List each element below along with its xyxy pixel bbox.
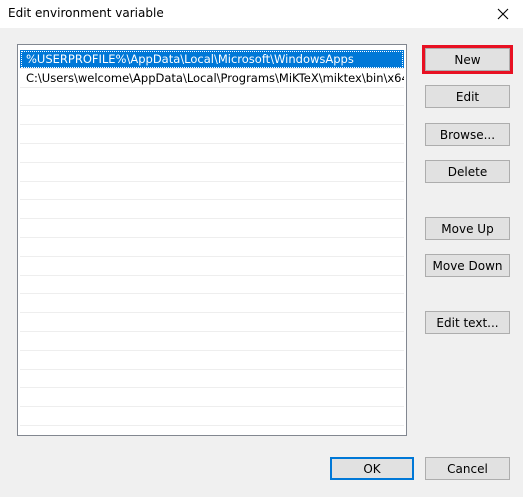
edit-button[interactable]: Edit (425, 85, 510, 108)
empty-list-row[interactable] (20, 313, 404, 332)
empty-list-row[interactable] (20, 407, 404, 426)
close-icon (497, 8, 509, 20)
empty-list-row[interactable] (20, 182, 404, 201)
new-button[interactable]: New (425, 48, 510, 71)
edit-text-button[interactable]: Edit text... (425, 311, 510, 334)
empty-list-row[interactable] (20, 370, 404, 389)
list-item-text: %USERPROFILE%\AppData\Local\Microsoft\Wi… (26, 52, 354, 66)
edit-environment-variable-dialog: Edit environment variable %USERPROFILE%\… (0, 0, 523, 497)
empty-list-row[interactable] (20, 125, 404, 144)
close-button[interactable] (483, 0, 523, 28)
empty-list-row[interactable] (20, 332, 404, 351)
empty-list-row[interactable] (20, 88, 404, 107)
empty-list-row[interactable] (20, 351, 404, 370)
empty-list-row[interactable] (20, 238, 404, 257)
title-bar: Edit environment variable (0, 0, 523, 28)
ok-button[interactable]: OK (330, 457, 414, 480)
empty-list-row[interactable] (20, 219, 404, 238)
empty-list-row[interactable] (20, 294, 404, 314)
delete-button[interactable]: Delete (425, 160, 510, 183)
empty-list-row[interactable] (20, 200, 404, 220)
path-list[interactable]: %USERPROFILE%\AppData\Local\Microsoft\Wi… (17, 44, 407, 436)
window-title: Edit environment variable (8, 6, 164, 20)
move-up-button[interactable]: Move Up (425, 217, 510, 240)
empty-list-row[interactable] (20, 257, 404, 276)
move-down-button[interactable]: Move Down (425, 254, 510, 277)
cancel-button[interactable]: Cancel (425, 457, 510, 480)
empty-list-row[interactable] (20, 276, 404, 295)
list-item-text: C:\Users\welcome\AppData\Local\Programs\… (26, 70, 404, 85)
empty-list-row[interactable] (20, 106, 404, 126)
empty-list-row[interactable] (20, 144, 404, 163)
empty-list-row[interactable] (20, 388, 404, 408)
list-item-1[interactable]: C:\Users\welcome\AppData\Local\Programs\… (20, 69, 404, 88)
empty-list-row[interactable] (20, 163, 404, 182)
browse-button[interactable]: Browse... (425, 123, 510, 146)
list-item-0[interactable]: %USERPROFILE%\AppData\Local\Microsoft\Wi… (20, 50, 404, 69)
